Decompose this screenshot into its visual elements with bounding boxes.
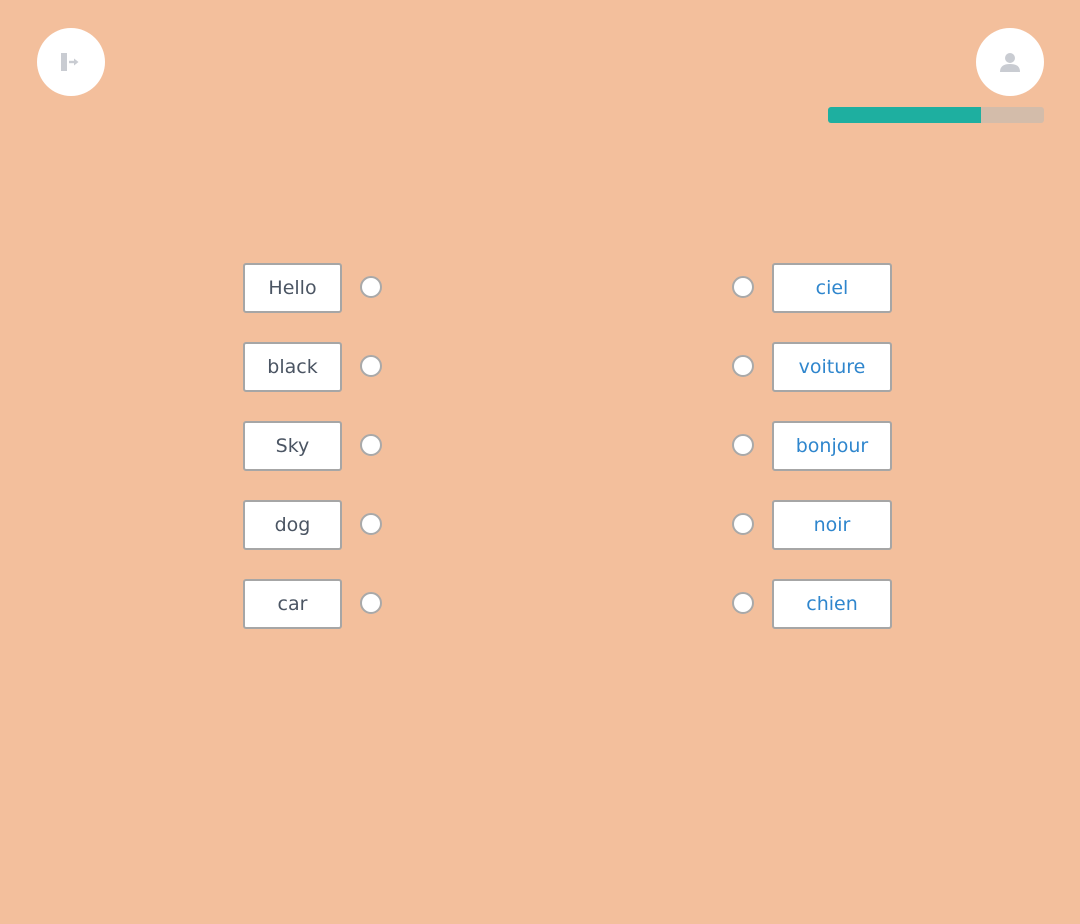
exit-button[interactable] — [37, 28, 105, 96]
match-dot-left[interactable] — [360, 355, 382, 377]
match-dot-left[interactable] — [360, 276, 382, 298]
word-card-right[interactable]: voiture — [772, 342, 892, 392]
profile-button[interactable] — [976, 28, 1044, 96]
match-dot-right[interactable] — [732, 355, 754, 377]
word-card-right[interactable]: bonjour — [772, 421, 892, 471]
match-dot-left[interactable] — [360, 592, 382, 614]
word-card-right[interactable]: noir — [772, 500, 892, 550]
exit-icon — [61, 53, 79, 71]
match-dot-right[interactable] — [732, 434, 754, 456]
person-icon — [1000, 53, 1020, 72]
word-card-left[interactable]: Sky — [243, 421, 342, 471]
word-card-right[interactable]: ciel — [772, 263, 892, 313]
match-dot-left[interactable] — [360, 513, 382, 535]
word-card-left[interactable]: Hello — [243, 263, 342, 313]
match-dot-left[interactable] — [360, 434, 382, 456]
word-card-left[interactable]: black — [243, 342, 342, 392]
word-card-left[interactable]: dog — [243, 500, 342, 550]
word-card-right[interactable]: chien — [772, 579, 892, 629]
match-dot-right[interactable] — [732, 592, 754, 614]
match-dot-right[interactable] — [732, 513, 754, 535]
match-dot-right[interactable] — [732, 276, 754, 298]
progress-fill — [828, 107, 982, 123]
progress-bar — [828, 107, 1044, 123]
word-card-left[interactable]: car — [243, 579, 342, 629]
